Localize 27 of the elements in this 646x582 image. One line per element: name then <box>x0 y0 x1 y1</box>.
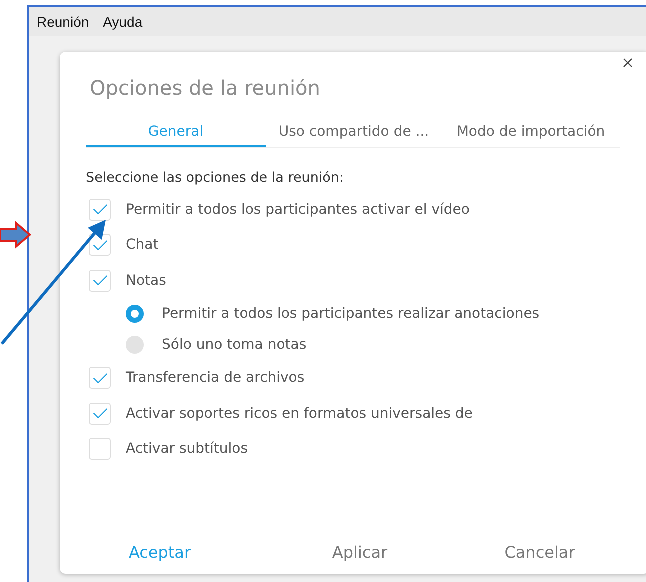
option-label: Permitir a todos los participantes realizar anotaciones <box>162 306 540 322</box>
radio-button[interactable] <box>126 336 144 354</box>
checkbox[interactable] <box>89 402 111 425</box>
radio-button[interactable] <box>126 305 144 323</box>
section-heading: Seleccione las opciones de la reunión: <box>86 170 346 186</box>
dialog-button[interactable]: Aplicar <box>326 539 394 566</box>
checkbox[interactable] <box>89 438 111 460</box>
pointer-arrow <box>0 221 32 249</box>
accept-button[interactable]: Aceptar <box>122 539 198 566</box>
option-label: Activar subtítulos <box>126 441 248 458</box>
dialog-title: Opciones de la reunión <box>90 76 322 100</box>
checkbox[interactable] <box>89 198 111 221</box>
option-label: Transferencia de archivos <box>126 370 305 386</box>
close-icon[interactable] <box>623 58 633 68</box>
checkbox[interactable] <box>89 367 111 390</box>
tab[interactable]: Modo de importación <box>442 124 620 147</box>
tab[interactable]: General <box>86 124 266 147</box>
option-label: Sólo uno toma notas <box>162 337 307 353</box>
menu-item[interactable]: Ayuda <box>103 14 143 30</box>
option-label: Permitir a todos los participantes activar el vídeo <box>126 202 470 218</box>
menu-item[interactable]: Reunión <box>37 14 90 30</box>
option-label: Activar soportes ricos en formatos universales de <box>126 406 473 422</box>
tab[interactable]: Uso compartido de ... <box>266 124 442 147</box>
option-label: Notas <box>126 272 166 289</box>
option-label: Chat <box>126 237 159 254</box>
dialog-button[interactable]: Cancelar <box>498 539 582 566</box>
checkbox[interactable] <box>89 270 111 292</box>
